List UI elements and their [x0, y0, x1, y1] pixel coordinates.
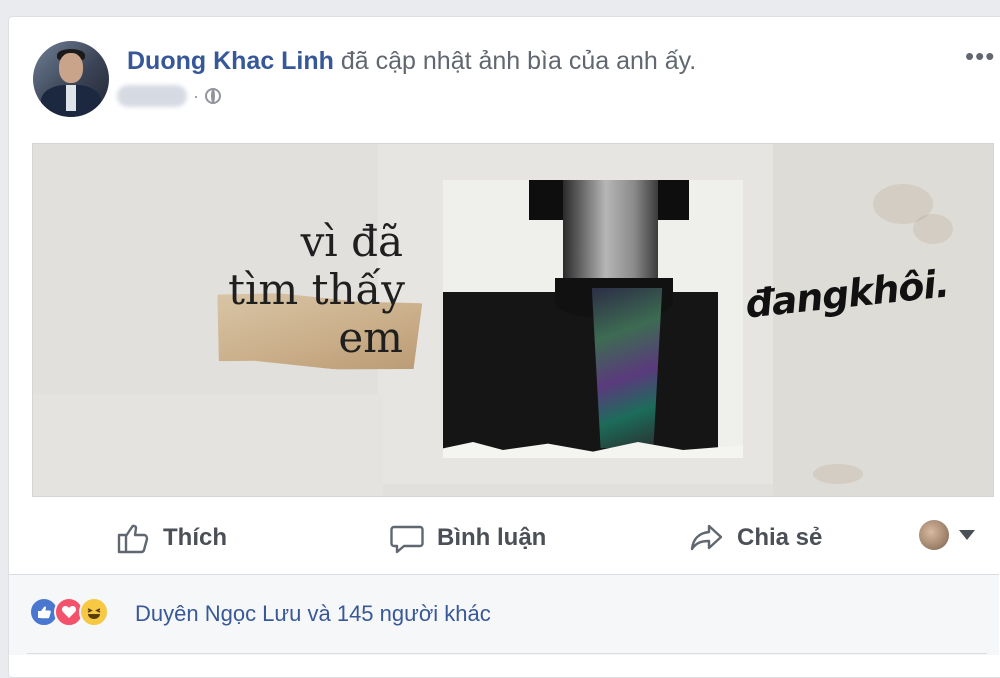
comment-button[interactable]: Bình luận — [389, 520, 546, 556]
reactions-footer: Duyên Ngọc Lưu và 145 người khác — [9, 575, 999, 655]
cover-photo[interactable]: vì đã tìm thấy em đangkhôi. — [32, 143, 994, 497]
viewer-avatar — [919, 520, 949, 550]
post-as-selector[interactable] — [919, 520, 975, 550]
coat — [443, 292, 718, 456]
post-action-text: đã cập nhật ảnh bìa của anh ấy. — [340, 47, 697, 75]
author-avatar[interactable] — [33, 41, 109, 117]
face-neck — [563, 180, 658, 285]
avatar-shirt — [66, 85, 76, 111]
paper-texture — [33, 394, 383, 496]
more-options-icon[interactable]: ••• — [965, 41, 995, 72]
avatar-face — [59, 53, 83, 83]
footer-divider — [27, 653, 987, 654]
globe-icon[interactable] — [205, 88, 221, 104]
paper-stain — [813, 464, 863, 484]
haha-icon — [79, 597, 109, 627]
comment-label: Bình luận — [437, 524, 547, 551]
post-actions: Thích Bình luận Chia sẻ — [9, 512, 999, 560]
share-button[interactable]: Chia sẻ — [689, 520, 822, 556]
post-meta: · — [117, 85, 221, 107]
comment-icon — [390, 525, 424, 554]
like-button[interactable]: Thích — [115, 520, 227, 556]
portrait-cutout — [443, 180, 743, 458]
cover-text-line2: tìm thấy — [228, 265, 405, 314]
cover-text-line3: em — [338, 313, 403, 362]
thumbs-up-icon — [117, 524, 149, 554]
reaction-icons[interactable] — [29, 597, 109, 627]
author-name-link[interactable]: Duong Khac Linh — [127, 47, 334, 75]
share-label: Chia sẻ — [737, 524, 823, 551]
cover-text-line1: vì đã — [300, 217, 403, 266]
like-label: Thích — [163, 524, 227, 551]
meta-separator: · — [193, 85, 199, 106]
chevron-down-icon — [959, 530, 975, 540]
post-header: Duong Khac Linh đã cập nhật ảnh bìa của … — [127, 47, 696, 76]
blurred-timestamp[interactable] — [117, 85, 187, 107]
reaction-summary-link[interactable]: Duyên Ngọc Lưu và 145 người khác — [135, 601, 491, 627]
share-arrow-icon — [690, 524, 723, 551]
post-card: Duong Khac Linh đã cập nhật ảnh bìa của … — [8, 16, 1000, 678]
paper-stain — [913, 214, 953, 244]
